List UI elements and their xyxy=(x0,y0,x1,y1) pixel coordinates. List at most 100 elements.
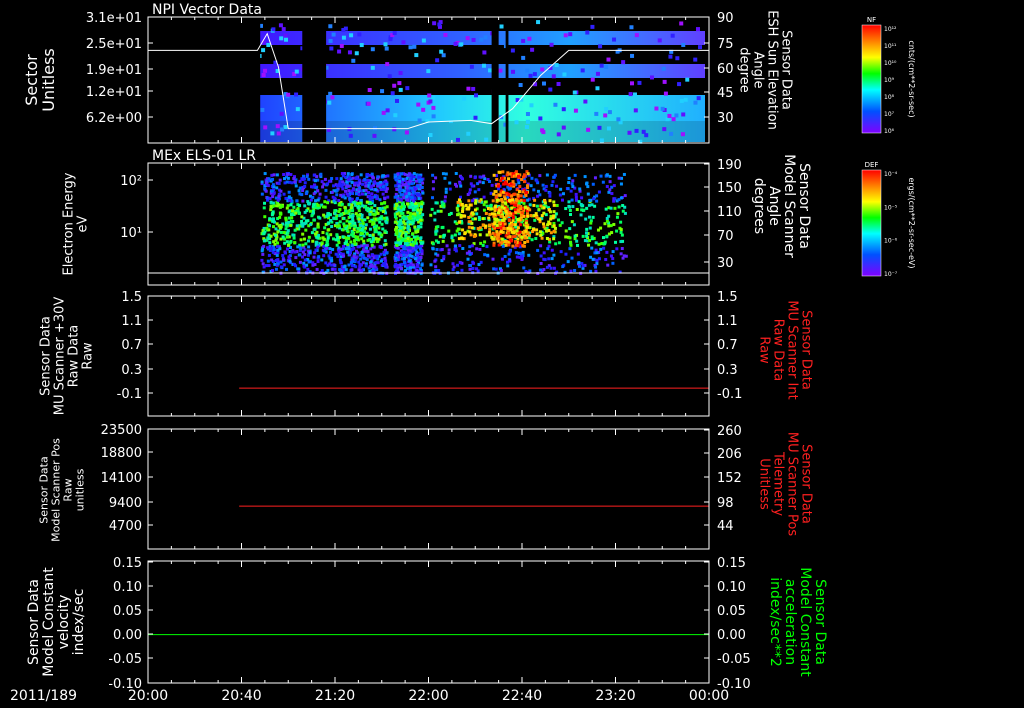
y-tick-label-right: 0.15 xyxy=(717,556,746,571)
els-pixel xyxy=(435,248,439,252)
npi-speckle xyxy=(295,73,300,78)
els-pixel xyxy=(416,208,420,212)
els-mid-pixel xyxy=(525,225,529,229)
els-pixel xyxy=(420,263,424,267)
els-pixel xyxy=(373,264,377,268)
npi-speckle xyxy=(416,102,421,107)
els-pixel xyxy=(497,187,501,191)
els-pixel xyxy=(599,174,603,178)
els-pixel xyxy=(323,226,327,230)
y-tick-label-right: 75 xyxy=(717,37,734,52)
els-pixel xyxy=(317,255,321,259)
els-pixel xyxy=(316,245,320,249)
els-pixel xyxy=(529,184,533,188)
els-pixel xyxy=(595,194,599,198)
els-pixel xyxy=(394,184,398,188)
npi-speckle xyxy=(455,137,460,142)
els-pixel xyxy=(304,228,308,232)
els-pixel xyxy=(316,203,320,207)
pos-ylabel-right: Sensor DataMU Scanner PosTelemetryUnitle… xyxy=(757,432,814,537)
els-pixel xyxy=(589,269,593,273)
els-pixel xyxy=(365,208,369,212)
els-pixel xyxy=(492,267,496,271)
npi-speckle xyxy=(260,107,265,112)
els-pixel xyxy=(384,189,388,193)
npi-speckle xyxy=(530,47,535,52)
els-pixel xyxy=(316,225,320,229)
els-pixel xyxy=(383,206,387,210)
els-pixel xyxy=(380,202,384,206)
els-pixel xyxy=(507,187,511,191)
els-mid-pixel xyxy=(515,198,519,202)
els-mid-pixel xyxy=(481,217,485,221)
npi-speckle xyxy=(281,27,286,32)
els-pixel xyxy=(451,268,455,272)
npi-speckle xyxy=(421,38,426,43)
els-pixel xyxy=(417,202,421,206)
els-mid-pixel xyxy=(539,204,543,208)
els-pixel xyxy=(351,188,355,192)
els-mid-pixel xyxy=(516,218,520,222)
els-pixel xyxy=(300,222,304,226)
els-burst-pixel xyxy=(495,230,499,234)
els-pixel xyxy=(574,192,578,196)
els-mid-pixel xyxy=(543,201,547,205)
els-pixel xyxy=(444,187,448,191)
els-pixel xyxy=(515,255,519,259)
axis-label-line: Model Constant xyxy=(41,567,57,677)
els-pixel xyxy=(593,176,597,180)
els-pixel xyxy=(521,250,525,254)
els-pixel xyxy=(345,184,349,188)
npi-speckle xyxy=(279,111,284,116)
els-pixel xyxy=(431,180,435,184)
els-burst-pixel xyxy=(518,241,522,245)
els-title: MEx ELS-01 LR xyxy=(152,148,256,164)
els-colorbar-tick: 10⁻⁶ xyxy=(884,238,898,245)
els-burst-pixel xyxy=(500,240,504,244)
els-pixel xyxy=(393,173,397,177)
els-pixel xyxy=(341,228,345,232)
els-pixel xyxy=(605,173,609,177)
y-tick-label-right: -0.1 xyxy=(717,387,742,402)
els-pixel xyxy=(443,176,447,180)
npi-colorbar-tick: 10⁸ xyxy=(884,94,895,101)
els-pixel xyxy=(557,241,561,245)
axis-label-line: index/sec xyxy=(71,589,87,656)
els-pixel xyxy=(351,209,355,213)
npi-ylabel-right: Sensor DataESH Sun ElevationAngledegree xyxy=(737,10,794,130)
els-pixel xyxy=(470,244,474,248)
els-mid-pixel xyxy=(538,218,542,222)
els-pixel xyxy=(276,262,280,266)
els-pixel xyxy=(314,241,318,245)
npi-speckle xyxy=(590,77,595,82)
els-pixel xyxy=(328,247,332,251)
els-pixel xyxy=(571,185,575,189)
npi-data-gap xyxy=(148,18,261,143)
els-pixel xyxy=(403,242,407,246)
axis-label-line: Sensor Data xyxy=(26,579,42,665)
els-pixel xyxy=(286,229,290,233)
els-pixel xyxy=(431,247,435,251)
els-pixel xyxy=(548,240,552,244)
els-burst-pixel xyxy=(507,192,511,196)
els-pixel xyxy=(489,203,493,207)
els-pixel xyxy=(380,222,384,226)
els-pixel xyxy=(535,204,539,208)
els-burst-pixel xyxy=(511,216,515,220)
y-tick-label-left: 1.5 xyxy=(121,290,142,305)
els-pixel xyxy=(420,241,424,245)
els-pixel xyxy=(402,189,406,193)
els-pixel xyxy=(468,267,472,271)
els-pixel xyxy=(359,224,363,228)
axis-label-line: Electron Energy xyxy=(61,172,76,275)
npi-speckle xyxy=(441,53,446,58)
els-pixel xyxy=(368,201,372,205)
els-pixel xyxy=(403,226,407,230)
els-pixel xyxy=(381,192,385,196)
els-colorbar-unit: ergs/(cm**2-sr-sec-eV) xyxy=(907,177,916,268)
els-pixel xyxy=(605,234,609,238)
els-pixel xyxy=(286,172,290,176)
els-burst-pixel xyxy=(522,173,526,177)
els-pixel xyxy=(356,213,360,217)
panel-frame-3 xyxy=(147,295,710,417)
